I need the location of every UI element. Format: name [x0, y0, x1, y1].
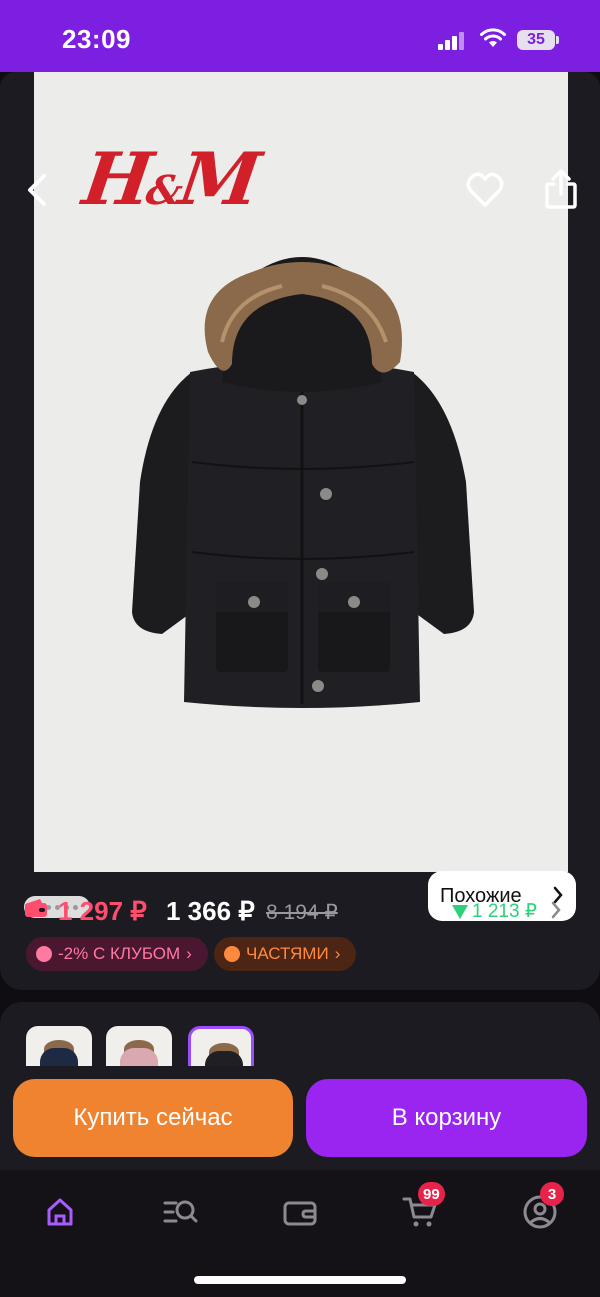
old-price: 8 194 ₽: [266, 901, 338, 924]
wifi-icon: [480, 28, 506, 47]
wallet-icon: [25, 899, 47, 917]
heart-icon: [466, 172, 504, 207]
tab-cart[interactable]: 99: [398, 1182, 445, 1234]
club-star-icon: [36, 946, 52, 962]
chevron-right-icon: ›: [186, 944, 192, 963]
club-label: -2% С КЛУБОМ: [58, 944, 181, 963]
installments-label: ЧАСТЯМИ: [246, 944, 329, 963]
tab-catalog-search[interactable]: [158, 1190, 202, 1234]
tab-home[interactable]: [38, 1190, 82, 1234]
chevron-left-icon: [28, 174, 46, 206]
share-button[interactable]: [544, 168, 578, 215]
club-discount-badge[interactable]: -2% С КЛУБОМ ›: [26, 937, 208, 971]
search-list-icon: [163, 1200, 198, 1223]
chevron-right-icon: [551, 901, 561, 919]
buy-now-button[interactable]: Купить сейчас: [13, 1079, 293, 1157]
battery-indicator: 35: [517, 30, 559, 50]
jacket-image: [132, 257, 474, 708]
price-drop: 1 213 ₽: [452, 900, 537, 923]
status-bar: 23:09 35: [0, 0, 600, 72]
signal-icon: [438, 30, 464, 50]
wallet-price: 1 297 ₽: [58, 896, 147, 926]
chevron-right-icon: ›: [334, 944, 341, 963]
share-icon: [545, 169, 577, 209]
price-row[interactable]: 1 297 ₽ 1 366 ₽ 8 194 ₽ 1 213 ₽: [0, 890, 600, 930]
home-icon: [47, 1198, 73, 1226]
current-price: 1 366 ₽: [166, 896, 255, 926]
profile-notification-badge: 3: [540, 1182, 564, 1206]
brand-logo: H&M: [78, 136, 262, 221]
product-gallery[interactable]: H&M Похожие: [0, 72, 600, 990]
wallet-icon: [283, 1201, 317, 1226]
arrow-down-icon: [452, 904, 468, 919]
installments-badge[interactable]: ЧАСТЯМИ ›: [214, 937, 356, 971]
status-time: 23:09: [62, 24, 131, 54]
favorite-button[interactable]: [466, 172, 504, 213]
pie-chart-icon: [224, 946, 240, 962]
add-to-cart-button[interactable]: В корзину: [306, 1079, 587, 1157]
price-drop-value: 1 213 ₽: [472, 901, 537, 922]
home-indicator: [194, 1276, 406, 1284]
tab-profile[interactable]: 3: [518, 1182, 564, 1234]
action-bar: Купить сейчас В корзину: [0, 1066, 600, 1170]
back-button[interactable]: [24, 172, 52, 213]
cart-count-badge: 99: [418, 1182, 445, 1206]
tab-wallet[interactable]: [278, 1190, 322, 1234]
